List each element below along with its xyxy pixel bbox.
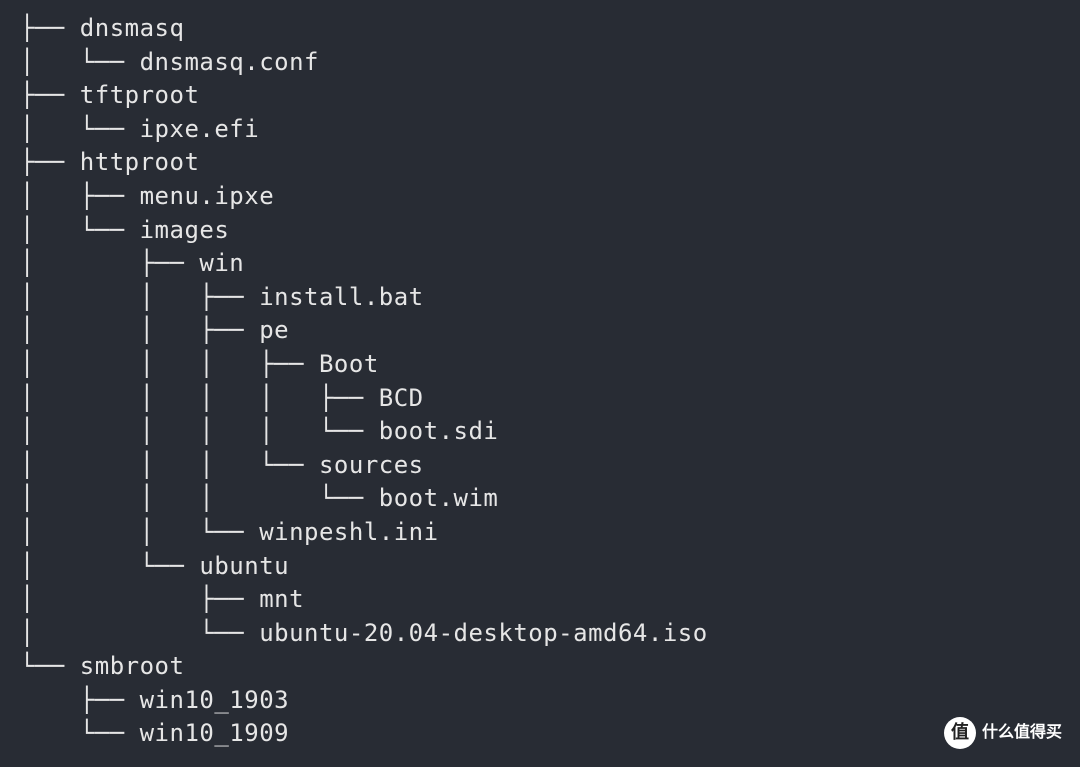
watermark-text: 什么值得买 xyxy=(982,722,1062,744)
watermark-badge-icon: 值 xyxy=(944,717,976,749)
tree-output: ├── dnsmasq │ └── dnsmasq.conf ├── tftpr… xyxy=(20,12,1060,751)
watermark: 值 什么值得买 xyxy=(944,717,1062,749)
